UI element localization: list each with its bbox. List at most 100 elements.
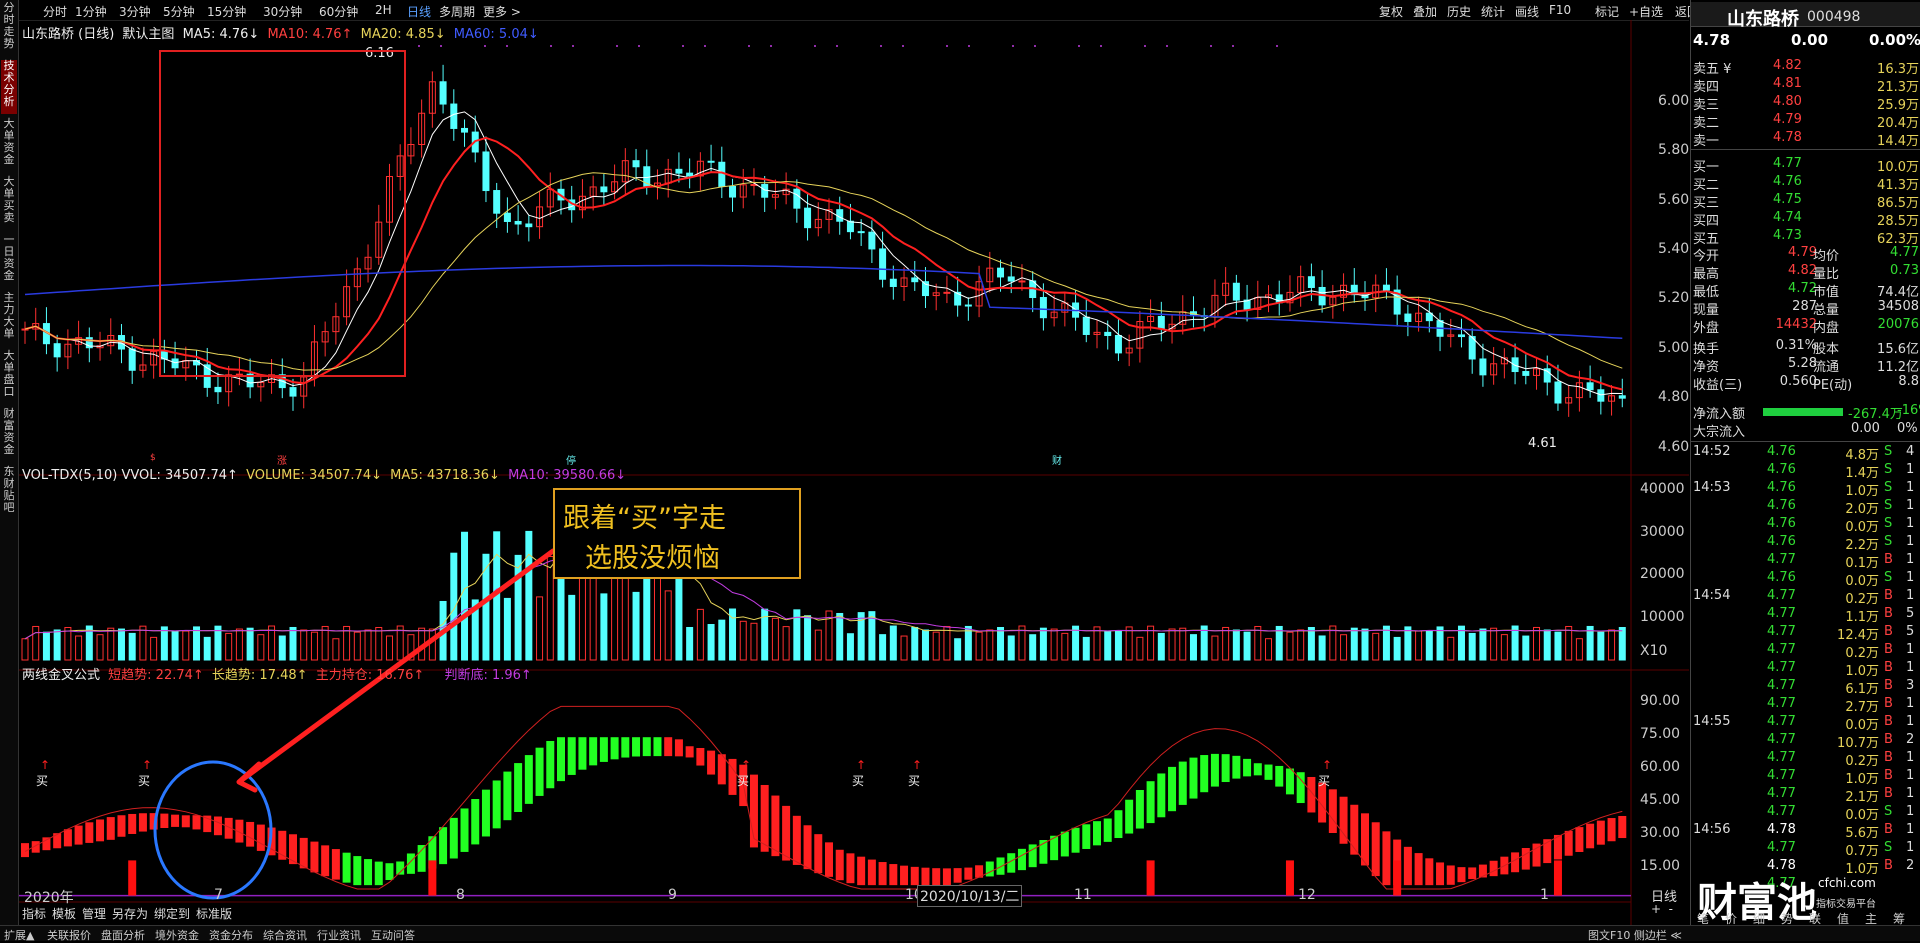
price-tick: 5.00 (1658, 339, 1690, 356)
sidebar-tab[interactable]: 技术分析 (1, 60, 17, 114)
event-dot (1210, 45, 1212, 47)
volume-bar (804, 615, 812, 661)
indicator-tool-button[interactable]: 模板 (52, 905, 76, 922)
period-button[interactable]: 60分钟 (319, 3, 358, 20)
indicator-preset[interactable]: 默认主图 (122, 27, 174, 42)
period-button[interactable]: 3分钟 (119, 3, 151, 20)
period-button[interactable]: 30分钟 (263, 3, 302, 20)
bottom-tab[interactable]: 境外资金 (155, 927, 199, 943)
sub-name: 两线金叉公式 (22, 668, 101, 683)
period-button[interactable]: 日线 (407, 3, 431, 20)
volume-bar (332, 638, 340, 661)
buy-signal-bar (428, 860, 437, 896)
period-button[interactable]: 多周期 (439, 3, 475, 20)
period-button[interactable]: 分时 (43, 3, 67, 20)
bid-volume: 41.3万 (1877, 178, 1919, 193)
volume-bar (814, 629, 822, 661)
indicator-tool-button[interactable]: 另存为 (112, 905, 148, 922)
tick-cell: 0.2万 (1845, 754, 1879, 769)
sidebar-toggle[interactable]: 图文F10 侧边栏 ≪ (1588, 927, 1682, 943)
bottom-tab[interactable]: 综合资讯 (263, 927, 307, 943)
tick-cell: B (1884, 552, 1893, 567)
tick-cell: 4.76 (1767, 462, 1796, 477)
sidebar-tab[interactable]: 主力大单 (1, 292, 17, 346)
period-button[interactable]: 更多 > (483, 3, 521, 20)
tool-button[interactable]: 历史 (1447, 3, 1471, 20)
indicator-name: 山东路桥 (日线) (22, 27, 115, 42)
period-button[interactable]: 1分钟 (75, 3, 107, 20)
indicator-tool-button[interactable]: 绑定到 (154, 905, 190, 922)
event-dot (1012, 45, 1014, 47)
ask-volume: 21.3万 (1877, 80, 1919, 95)
sub-tick: 90.00 (1640, 693, 1681, 709)
tool-button[interactable]: +自选 (1629, 3, 1663, 20)
candle-body (214, 386, 222, 393)
volume-bar (1382, 625, 1390, 661)
bottom-tab[interactable]: 扩展▲ (4, 927, 34, 943)
price-pct: 0.00% (1869, 31, 1920, 49)
bottom-tab[interactable]: 关联报价 (47, 927, 91, 943)
bid-label: 买三 (1693, 196, 1720, 211)
tool-button[interactable]: 画线 (1515, 3, 1539, 20)
candle-body (525, 223, 533, 228)
tool-button[interactable]: 叠加 (1413, 3, 1437, 20)
tick-cell: B (1884, 858, 1893, 873)
tool-button[interactable]: F10 (1549, 3, 1571, 17)
buy-signal-bar (128, 860, 137, 896)
sidebar-tab[interactable]: 大单资金 (1, 118, 17, 172)
indicator-tool-button[interactable]: 管理 (82, 905, 106, 922)
indicator-tool-button[interactable]: 标准版 (196, 905, 232, 922)
period-button[interactable]: 15分钟 (207, 3, 246, 20)
sidebar-tab[interactable]: 大单盘口 (1, 350, 17, 404)
period-button[interactable]: 2H (375, 3, 392, 17)
volume-bar (364, 629, 372, 661)
netflow-bar (1763, 408, 1843, 416)
bottom-tab[interactable]: 行业资讯 (317, 927, 361, 943)
volume-bar (1286, 631, 1294, 661)
sub-band (1285, 768, 1294, 795)
volume-bar (1393, 636, 1401, 661)
volume-bar (1404, 626, 1412, 661)
volume-bar (1543, 629, 1551, 661)
volume-bar (1018, 625, 1026, 661)
tick-cell: 3 (1906, 678, 1915, 693)
sub-band (117, 815, 126, 837)
sub-band (674, 739, 683, 757)
volume-bar (203, 636, 211, 661)
ma60-value: MA60: 5.04↓ (453, 27, 539, 42)
bottom-tab[interactable]: 互动问答 (371, 927, 415, 943)
volume-bar (900, 635, 908, 661)
tick-cell: 1.0万 (1845, 772, 1879, 787)
sub-band (921, 867, 930, 886)
sub-tick: 45.00 (1640, 792, 1681, 808)
indicator-tool-button[interactable]: 指标 (22, 905, 46, 922)
tool-button[interactable]: 标记 (1595, 3, 1619, 20)
tick-cell: B (1884, 624, 1893, 639)
tick-cell: 4.76 (1767, 516, 1796, 531)
event-dot (1276, 45, 1278, 47)
tool-button[interactable]: 统计 (1481, 3, 1505, 20)
tick-row: 4.77 0.1万 B 1 (1691, 552, 1920, 571)
ma10-value: MA10: 4.76↑ (267, 27, 353, 42)
tick-cell: S (1884, 516, 1893, 531)
sidebar-tab[interactable]: 一日资金 (1, 234, 17, 288)
bottom-tab[interactable]: 盘面分析 (101, 927, 145, 943)
tick-cell: 1 (1906, 588, 1915, 603)
sub-band (696, 747, 705, 766)
tool-button[interactable]: 复权 (1379, 3, 1403, 20)
tick-cell: 2.2万 (1845, 538, 1879, 553)
sidebar-tab[interactable]: 大单买卖 (1, 176, 17, 230)
tick-row: 4.77 12.4万 B 5 (1691, 624, 1920, 643)
event-dot (1232, 45, 1234, 47)
candle-body (1007, 276, 1015, 282)
zoom-buttons[interactable]: + - (1651, 902, 1673, 916)
bottom-tab[interactable]: 资金分布 (209, 927, 253, 943)
vol-ma10-line (24, 551, 1623, 640)
volume-bar (450, 552, 458, 661)
sidebar-tab[interactable]: 分时走势 (1, 2, 17, 56)
period-button[interactable]: 5分钟 (163, 3, 195, 20)
bid-row: 买二 4.76 41.3万 (1691, 174, 1920, 193)
volume-bar (1039, 627, 1047, 661)
sidebar-tab[interactable]: 东财贴吧 (1, 466, 17, 520)
sidebar-tab[interactable]: 财富资金 (1, 408, 17, 462)
